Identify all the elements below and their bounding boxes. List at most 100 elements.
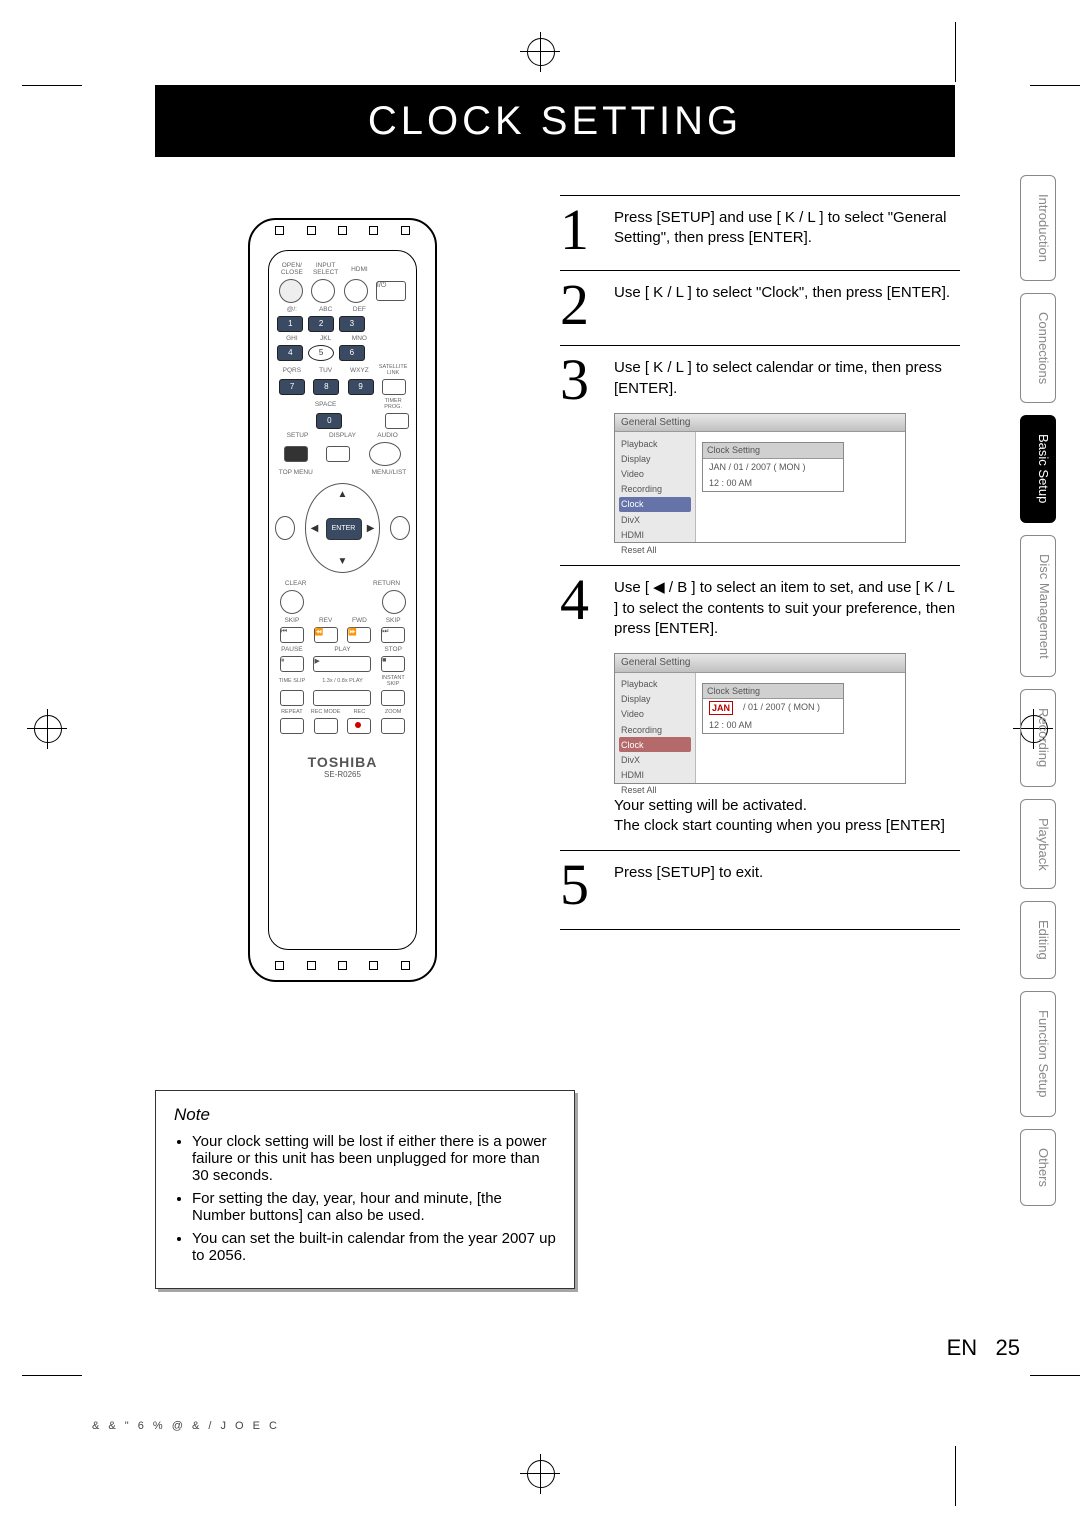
arrow-right-icon: ▶ [367,523,375,534]
osd-menu-item: DivX [619,512,691,527]
lbl-clear: CLEAR [285,580,323,587]
remote-illustration: OPEN/ CLOSE INPUT SELECT HDMI I/⏻ @/: AB… [240,210,445,990]
recmode-button [314,718,338,734]
osd-menu-list: Playback Display Video Recording Clock D… [615,673,696,783]
note-line: Your setting will be activated. [614,796,960,816]
lbl-repeat: REPEAT [275,709,309,715]
rec-button [347,718,371,734]
osd-menu-item: Reset All [619,542,691,557]
crop-mark-icon [27,728,67,729]
crop-mark-icon [520,1473,560,1474]
top-menu-button [275,516,295,540]
step-5: 5 Press [SETUP] to exit. [560,850,960,930]
lbl-wxyz: WXYZ [343,367,377,374]
lbl-jkl: JKL [309,335,343,342]
lbl-return: RETURN [362,580,400,587]
note-callout: Note Your clock setting will be lost if … [155,1090,575,1289]
lbl-timeslip: TIME SLIP [275,678,309,684]
ir-window-icon [369,961,378,970]
lbl-display: DISPLAY [324,432,362,439]
lbl-setup: SETUP [279,432,317,439]
ir-window-icon [307,961,316,970]
skip-fwd-icon: ⏭ [381,627,405,643]
rewind-icon: ⏪ [314,627,338,643]
note-item: You can set the built-in calendar from t… [192,1230,556,1264]
lbl-menulist: MENU/LIST [346,469,406,476]
page-num-value: 25 [996,1335,1020,1360]
step-3: 3 Use [ K / L ] to select calendar or ti… [560,345,960,565]
audio-button [369,442,401,466]
num-0-button: 0 [316,413,342,429]
display-button [326,446,350,462]
power-button: I/⏻ [376,281,406,301]
lbl-instant: INSTANT SKIP [376,675,410,687]
step-text: Use [ ◀ / B ] to select an item to set, … [614,578,960,639]
crop-mark-icon [955,22,956,82]
num-7-button: 7 [279,379,305,395]
ir-window-icon [401,961,410,970]
tab-recording: Recording [1020,689,1056,786]
osd-menu-item: Recording [619,482,691,497]
lbl-recmode: REC MODE [309,709,343,715]
num-5-button: 5 [308,345,334,361]
sat-link-button [382,379,406,395]
num-8-button: 8 [313,379,339,395]
step-2: 2 Use [ K / L ] to select "Clock", then … [560,270,960,345]
osd-menu-item: Display [619,452,691,467]
osd-menu-item: DivX [619,752,691,767]
zoom-button [381,718,405,734]
osd-menu-item: Playback [619,677,691,692]
crop-mark-icon [34,715,62,743]
note-item: For setting the day, year, hour and minu… [192,1190,556,1224]
crop-mark-icon [540,1454,541,1494]
step-number: 4 [560,574,614,836]
stop-icon: ■ [381,656,405,672]
osd-menu-item: Display [619,692,691,707]
crop-mark-icon [955,1446,956,1506]
osd-screenshot: General Setting Playback Display Video R… [614,413,906,544]
osd-menu-item: Video [619,467,691,482]
osd-menu-item: Playback [619,436,691,451]
skip-back-icon: ⏮ [280,627,304,643]
lbl-zoom: ZOOM [376,709,410,715]
hdmi-button [344,279,368,303]
num-4-button: 4 [277,345,303,361]
num-1-button: 1 [277,316,303,332]
lbl-at: @/: [275,306,309,313]
tab-disc-management: Disc Management [1020,535,1056,678]
instant-skip-button [381,690,405,706]
ir-window-icon [275,226,284,235]
lbl-pause: PAUSE [275,646,309,653]
osd-window-title: General Setting [615,654,905,673]
osd-box-title: Clock Setting [703,684,843,699]
ir-window-icon [338,961,347,970]
step-text: Use [ K / L ] to select calendar or time… [614,358,960,399]
section-tabs: Introduction Connections Basic Setup Dis… [1020,175,1056,1206]
osd-time-value: 12 : 00 AM [709,719,752,731]
note-item: Your clock setting will be lost if eithe… [192,1133,556,1184]
step-1: 1 Press [SETUP] and use [ K / L ] to sel… [560,195,960,270]
step-number: 2 [560,279,614,331]
ir-window-icon [275,961,284,970]
repeat-button [280,718,304,734]
input-select-button [311,279,335,303]
lbl-pqrs: PQRS [275,367,309,374]
lbl-space: SPACE [309,401,343,408]
page-title: CLOCK SETTING [155,85,955,157]
osd-date-rest: / 01 / 2007 ( MON ) [743,701,820,715]
lbl-satlink: SATELLITE LINK [376,364,410,376]
num-3-button: 3 [339,316,365,332]
arrow-left-icon: ◀ [311,523,319,534]
tab-editing: Editing [1020,901,1056,979]
ir-window-icon [338,226,347,235]
ir-window-icon [401,226,410,235]
xplay-button [313,690,371,706]
lbl-abc: ABC [309,306,343,313]
step-text: Press [SETUP] to exit. [614,859,763,911]
note-title: Note [174,1105,556,1125]
lbl-play: PLAY [309,646,377,653]
lbl-def: DEF [343,306,377,313]
osd-clock-box: Clock Setting JAN / 01 / 2007 ( MON ) 12… [702,683,844,734]
timeslip-button [280,690,304,706]
eject-icon [279,279,303,303]
